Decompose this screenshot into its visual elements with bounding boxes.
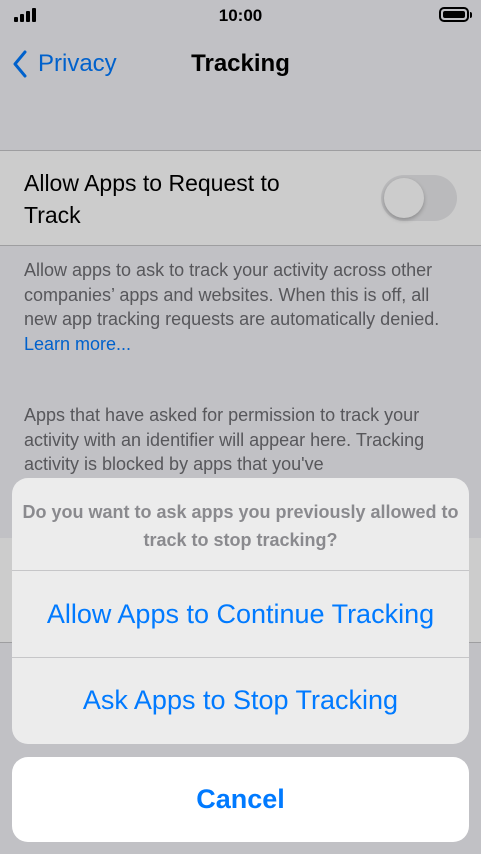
ask-stop-tracking-button[interactable]: Ask Apps to Stop Tracking <box>12 657 469 743</box>
action-sheet-message: Do you want to ask apps you previously a… <box>12 478 469 571</box>
cancel-button[interactable]: Cancel <box>12 757 469 842</box>
allow-continue-tracking-button[interactable]: Allow Apps to Continue Tracking <box>12 571 469 657</box>
action-sheet: Do you want to ask apps you previously a… <box>12 478 469 744</box>
